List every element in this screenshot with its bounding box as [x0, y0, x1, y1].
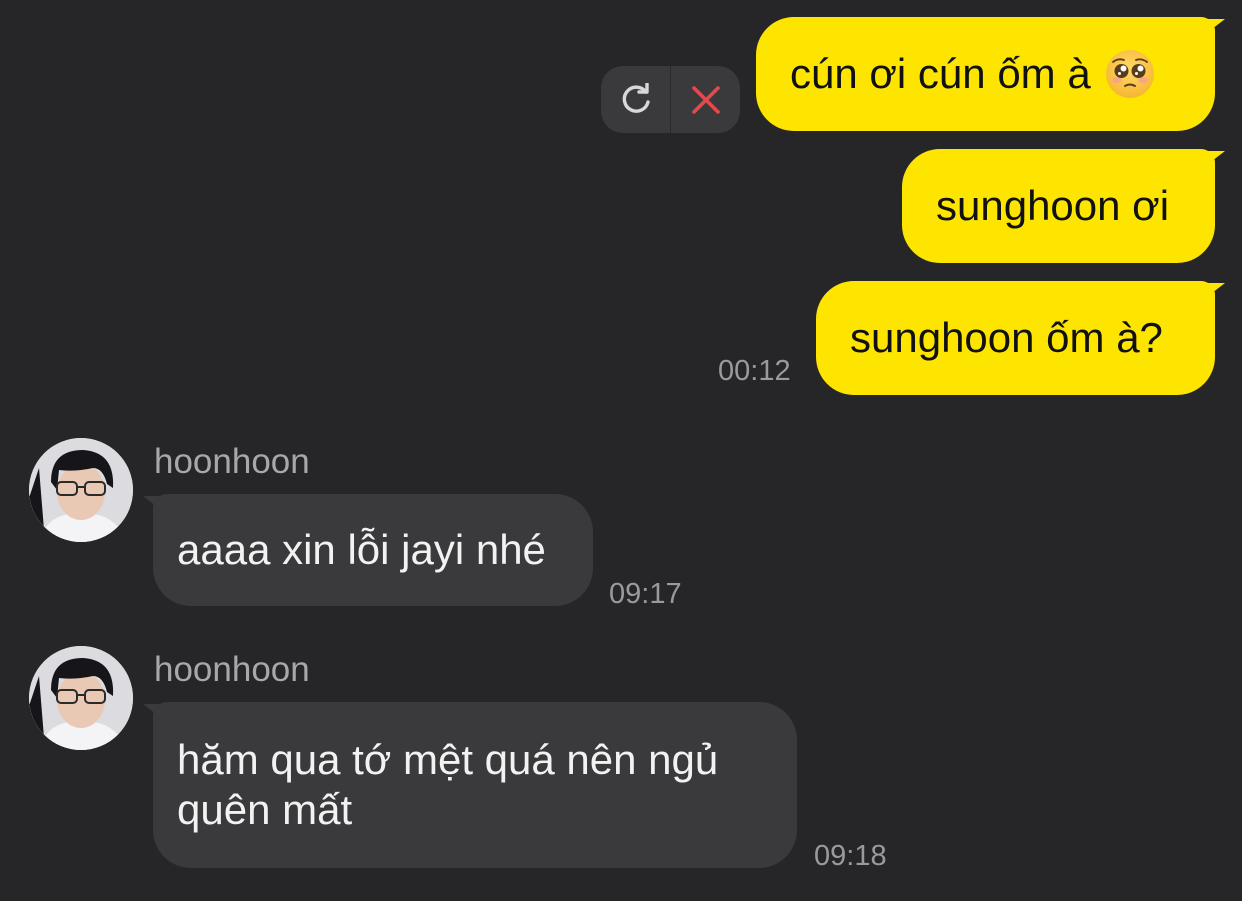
- sender-name: hoonhoon: [154, 442, 310, 481]
- retry-icon: [622, 82, 650, 113]
- profile-photo-icon: [29, 646, 133, 750]
- message-text-line: quên mất: [177, 786, 353, 833]
- retry-button[interactable]: [601, 66, 670, 133]
- pleading-face-emoji-icon: [1105, 50, 1154, 98]
- outgoing-message-bubble[interactable]: sunghoon ơi: [902, 149, 1215, 263]
- message-text: cún ơi cún ốm à: [790, 50, 1091, 97]
- message-text: sunghoon ơi: [936, 182, 1170, 229]
- profile-photo-icon: [29, 438, 133, 542]
- incoming-message-bubble[interactable]: aaaa xin lỗi jayi nhé: [153, 494, 593, 606]
- message-timestamp: 09:18: [814, 840, 887, 872]
- incoming-message-bubble[interactable]: hăm qua tớ mệt quá nên ngủ quên mất: [153, 702, 797, 868]
- outgoing-message-bubble[interactable]: cún ơi cún ốm à: [756, 17, 1215, 131]
- sender-name: hoonhoon: [154, 650, 310, 689]
- message-timestamp: 00:12: [718, 355, 791, 387]
- message-text: sunghoon ốm à?: [850, 314, 1163, 361]
- chat-screen: cún ơi cún ốm à sunghoon ơi sunghoon ốm …: [0, 0, 1242, 901]
- message-timestamp: 09:17: [609, 578, 682, 610]
- message-text: aaaa xin lỗi jayi nhé: [177, 526, 546, 573]
- cancel-send-button[interactable]: [671, 66, 740, 133]
- failed-message-controls: [601, 66, 740, 133]
- close-icon: [691, 85, 720, 114]
- avatar[interactable]: [29, 438, 133, 542]
- message-text-line: hăm qua tớ mệt quá nên ngủ: [177, 736, 719, 783]
- outgoing-message-bubble[interactable]: sunghoon ốm à?: [816, 281, 1215, 395]
- avatar[interactable]: [29, 646, 133, 750]
